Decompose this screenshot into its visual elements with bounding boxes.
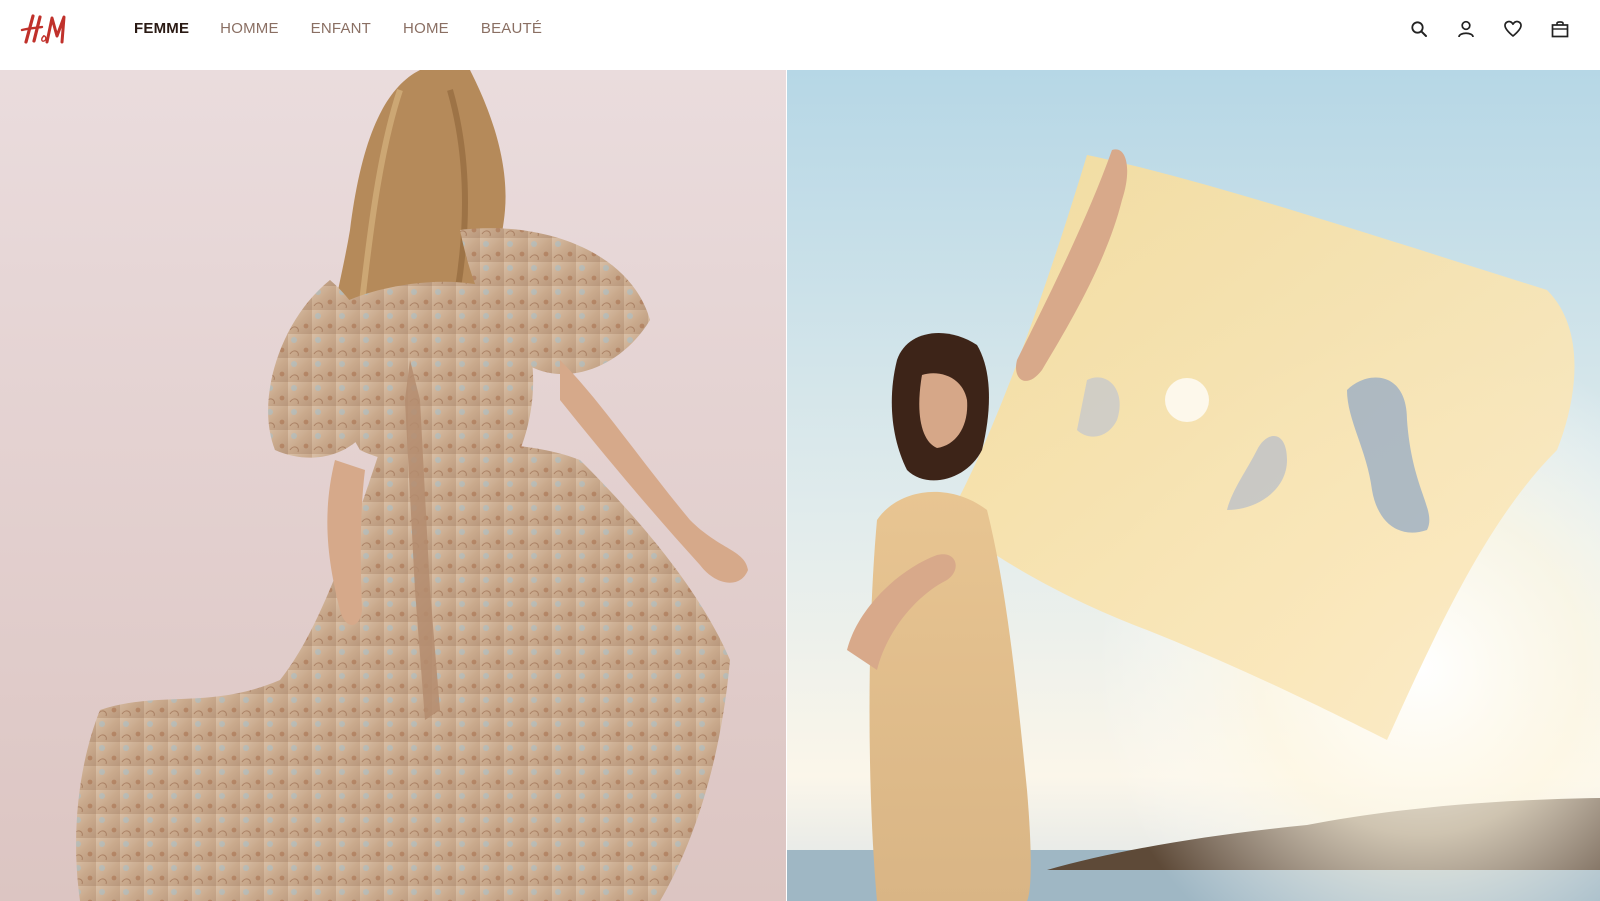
header-icons [1409,19,1570,39]
search-icon[interactable] [1409,19,1429,39]
beach-scarf-model-image [787,70,1600,901]
hero-right-panel[interactable] [787,70,1600,901]
favorites-icon[interactable] [1503,19,1523,39]
hm-logo[interactable] [20,10,72,46]
bag-icon[interactable] [1550,19,1570,39]
nav-item-beaute[interactable]: BEAUTÉ [481,20,542,38]
nav-item-femme[interactable]: FEMME [134,20,189,38]
nav-item-enfant[interactable]: ENFANT [311,20,371,38]
site-header: FEMME HOMME ENFANT HOME BEAUTÉ [0,0,1600,70]
nav-item-homme[interactable]: HOMME [220,20,279,38]
account-icon[interactable] [1456,19,1476,39]
hero-left-panel[interactable] [0,70,786,901]
main-nav: FEMME HOMME ENFANT HOME BEAUTÉ [134,20,542,38]
hero-section [0,70,1600,901]
nav-item-home[interactable]: HOME [403,20,449,38]
paisley-dress-model-image [0,70,786,901]
